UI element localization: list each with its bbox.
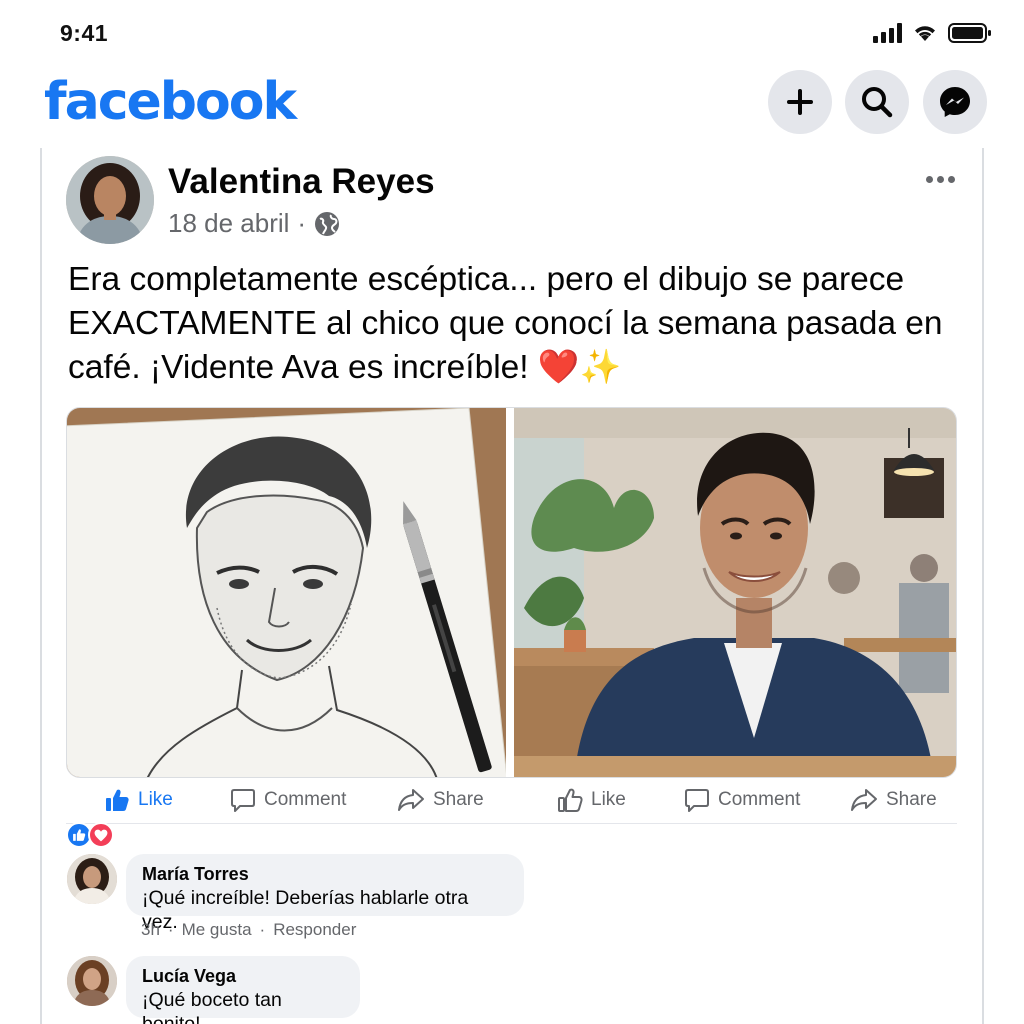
post-photos (66, 407, 957, 778)
post-options-button[interactable] (918, 164, 962, 194)
comment-meta: 3h · Me gusta · Responder (141, 920, 356, 940)
globe-icon (315, 211, 340, 236)
comment-icon (231, 789, 255, 812)
comment-label: Comment (718, 789, 801, 810)
more-dot (925, 175, 933, 183)
meta-dot: · (167, 920, 174, 939)
facebook-logo[interactable]: facebook (44, 72, 297, 132)
comment-button-right[interactable]: Comment (684, 787, 800, 813)
plus-icon (787, 89, 813, 115)
love-reaction-icon (88, 822, 114, 848)
commenter-avatar[interactable] (67, 854, 117, 904)
author-name[interactable]: Valentina Reyes (168, 162, 435, 202)
like-label: Like (591, 789, 626, 810)
share-label: Share (433, 789, 484, 810)
post-date[interactable]: 18 de abril (168, 208, 289, 239)
comment-text: ¡Qué boceto tan bonito! (142, 989, 282, 1024)
commenter-name[interactable]: María Torres (142, 862, 508, 886)
more-dot (947, 175, 955, 183)
commenter-name[interactable]: Lucía Vega (142, 964, 344, 988)
create-button[interactable] (768, 70, 832, 134)
share-icon (398, 789, 424, 811)
like-outline-icon (558, 788, 583, 812)
cafe-photo[interactable] (514, 408, 956, 777)
sketch-photo[interactable] (67, 408, 506, 777)
post-text: Era completamente escéptica... pero el d… (68, 261, 943, 386)
comment-label: Comment (264, 789, 347, 810)
actions-divider (66, 823, 957, 824)
share-button-left[interactable]: Share (397, 787, 484, 813)
status-time: 9:41 (60, 20, 109, 46)
search-icon (862, 87, 893, 118)
like-button-left[interactable]: Like (104, 787, 173, 813)
comment-button-left[interactable]: Comment (230, 787, 346, 813)
messenger-button[interactable] (923, 70, 987, 134)
share-button-right[interactable]: Share (850, 787, 937, 813)
like-button-right[interactable]: Like (557, 787, 626, 813)
reaction-summary[interactable] (66, 822, 114, 848)
wifi-icon (915, 26, 935, 41)
app-header: facebook (0, 64, 1024, 144)
comment-like-link[interactable]: Me gusta (182, 920, 252, 940)
status-bar: 9:41 (0, 0, 1024, 64)
author-avatar[interactable] (66, 156, 154, 244)
comment-time: 3h (141, 920, 160, 939)
status-icons (873, 22, 992, 44)
commenter-avatar[interactable] (67, 956, 117, 1006)
cellular-signal-icon (873, 23, 902, 43)
meta-dot: · (259, 920, 266, 939)
like-icon (106, 789, 129, 811)
comment-bubble: María Torres ¡Qué increíble! Deberías ha… (126, 854, 524, 933)
more-dot (936, 175, 944, 183)
comment-icon (685, 789, 709, 812)
search-button[interactable] (845, 70, 909, 134)
battery-icon (948, 23, 991, 43)
comment-reply-link[interactable]: Responder (273, 920, 356, 940)
like-label: Like (138, 789, 173, 810)
comment-bubble: Lucía Vega ¡Qué boceto tan bonito! (126, 956, 360, 1024)
share-label: Share (886, 789, 937, 810)
meta-separator: · (297, 208, 307, 238)
messenger-icon (940, 87, 970, 117)
share-icon (851, 789, 877, 811)
post-meta: 18 de abril · (168, 208, 340, 239)
